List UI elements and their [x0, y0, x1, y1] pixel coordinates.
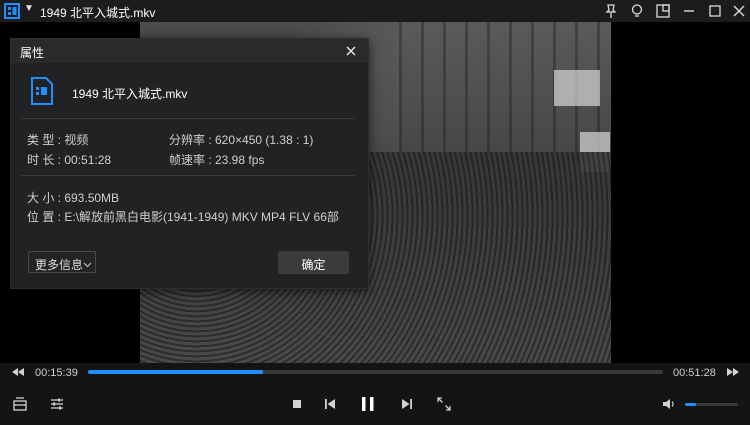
fast-forward-icon[interactable]	[725, 364, 741, 380]
dialog-filename: 1949 北平入城式.mkv	[72, 87, 188, 101]
seek-bar[interactable]	[88, 370, 663, 374]
ok-button[interactable]: 确定	[278, 251, 349, 274]
dialog-title: 属性	[20, 46, 45, 60]
playlist-icon[interactable]	[12, 396, 28, 412]
video-sign	[554, 70, 600, 106]
seek-progress	[88, 370, 263, 374]
prop-size: 大 小 : 693.50MB	[27, 191, 120, 205]
dialog-header: 属性	[11, 39, 368, 63]
next-icon[interactable]	[399, 396, 415, 412]
video-file-icon	[31, 77, 53, 105]
minimize-icon[interactable]	[681, 3, 697, 19]
fullscreen-icon[interactable]	[436, 396, 452, 412]
divider	[21, 118, 355, 119]
current-time: 00:15:39	[35, 367, 78, 379]
volume-icon[interactable]	[661, 396, 677, 412]
previous-icon[interactable]	[322, 396, 338, 412]
menu-caret-icon[interactable]: ▼	[24, 3, 34, 14]
pin-icon[interactable]	[603, 3, 619, 19]
volume-slider[interactable]	[685, 403, 738, 406]
volume-level	[685, 403, 696, 406]
miniplayer-icon[interactable]	[655, 3, 671, 19]
prop-framerate: 帧速率 : 23.98 fps	[169, 153, 265, 167]
more-info-label: 更多信息	[35, 258, 84, 272]
prop-location: 位 置 : E:\解放前黑白电影(1941-1949) MKV MP4 FLV …	[27, 210, 339, 224]
prop-type: 类 型 : 视频	[27, 133, 89, 147]
window-title: 1949 北平入城式.mkv	[40, 6, 156, 20]
settings-sliders-icon[interactable]	[49, 396, 65, 412]
stop-icon[interactable]	[289, 396, 305, 412]
rewind-icon[interactable]	[10, 364, 26, 380]
dialog-close-icon[interactable]	[343, 43, 359, 59]
chevron-down-icon	[83, 258, 92, 268]
maximize-icon[interactable]	[707, 3, 723, 19]
title-bar: ▼ 1949 北平入城式.mkv	[0, 0, 750, 22]
prop-resolution: 分辨率 : 620×450 (1.38 : 1)	[169, 133, 314, 147]
lightbulb-icon[interactable]	[629, 3, 645, 19]
close-icon[interactable]	[731, 3, 747, 19]
control-bar: 00:15:39 00:51:28	[0, 363, 750, 425]
total-time: 00:51:28	[673, 367, 716, 379]
divider	[21, 175, 355, 176]
pause-icon[interactable]	[359, 395, 377, 413]
player-logo-icon[interactable]	[4, 3, 20, 19]
prop-duration: 时 长 : 00:51:28	[27, 153, 112, 167]
ok-label: 确定	[301, 258, 326, 272]
properties-dialog: 属性 1949 北平入城式.mkv 类 型 : 视频 分辨率 : 620×450…	[10, 38, 369, 289]
more-info-button[interactable]: 更多信息	[28, 251, 96, 273]
